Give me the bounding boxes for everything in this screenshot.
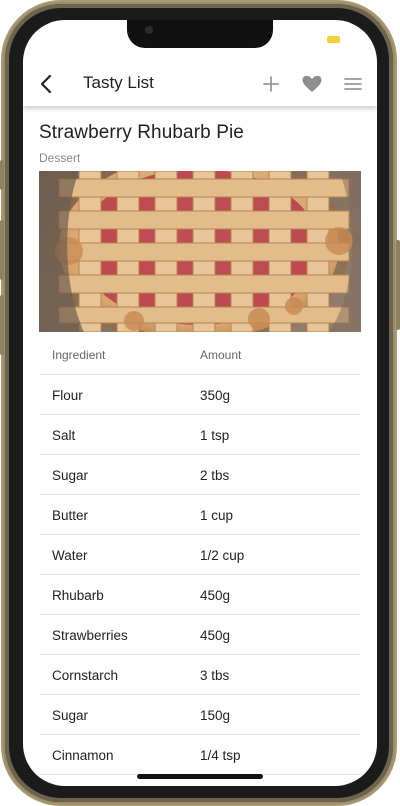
ingredient-name: Butter	[52, 508, 89, 523]
ingredient-amount: 1 cup	[200, 508, 234, 523]
ingredient-name: Strawberries	[52, 628, 128, 643]
app-bar: Tasty List	[23, 62, 377, 106]
ingredient-amount: 2 tbs	[200, 468, 230, 483]
volume-up-button	[0, 220, 4, 280]
ingredient-name: Cinnamon	[52, 748, 114, 763]
ingredient-name: Cornstarch	[52, 668, 119, 683]
ingredient-name: Sugar	[52, 468, 89, 483]
pie-photo	[39, 171, 361, 332]
ingredient-amount: 450g	[200, 628, 231, 643]
recipe-category: Dessert	[39, 151, 81, 165]
recipe-title: Strawberry Rhubarb Pie	[39, 122, 244, 143]
table-row: Flour 350g	[39, 375, 361, 415]
ingredient-name: Flour	[52, 388, 83, 403]
ingredient-name: Sugar	[52, 708, 89, 723]
ingredient-amount: 450g	[200, 588, 231, 603]
table-header: Ingredient Amount	[39, 335, 361, 375]
table-row: Rhubarb 450g	[39, 575, 361, 615]
table-row: Salt 1 tsp	[39, 415, 361, 455]
ingredient-name: Water	[52, 548, 88, 563]
screen: Tasty List Strawberry Rhubarb Pie Desser…	[23, 20, 377, 786]
heart-icon[interactable]	[300, 72, 324, 96]
table-row: Butter 1 cup	[39, 495, 361, 535]
ingredient-amount: 1/4 tsp	[200, 748, 241, 763]
table-row: Sugar 2 tbs	[39, 455, 361, 495]
ingredient-amount: 1 tsp	[200, 428, 230, 443]
header-ingredient: Ingredient	[52, 348, 106, 362]
app-title: Tasty List	[83, 73, 154, 92]
ingredient-amount: 350g	[200, 388, 231, 403]
ingredient-amount: 1/2 cup	[200, 548, 245, 563]
ingredient-amount: 3 tbs	[200, 668, 230, 683]
ingredient-amount: 150g	[200, 708, 231, 723]
ingredient-name: Salt	[52, 428, 76, 443]
home-indicator[interactable]	[137, 774, 263, 779]
menu-icon[interactable]	[341, 72, 365, 96]
side-button	[0, 160, 4, 190]
notch	[127, 20, 273, 48]
volume-down-button	[0, 295, 4, 355]
table-row: Strawberries 450g	[39, 615, 361, 655]
plus-icon[interactable]	[259, 72, 283, 96]
camera-icon	[145, 26, 153, 34]
table-row: Cinnamon 1/4 tsp	[39, 735, 361, 775]
battery-icon	[327, 36, 340, 43]
ingredients-table: Ingredient Amount Flour 350g Salt 1 tsp …	[39, 335, 361, 775]
back-arrow-icon[interactable]	[35, 70, 61, 98]
header-amount: Amount	[200, 348, 242, 362]
power-button	[396, 240, 400, 330]
table-row: Water 1/2 cup	[39, 535, 361, 575]
table-row: Sugar 150g	[39, 695, 361, 735]
table-row: Cornstarch 3 tbs	[39, 655, 361, 695]
ingredient-name: Rhubarb	[52, 588, 104, 603]
